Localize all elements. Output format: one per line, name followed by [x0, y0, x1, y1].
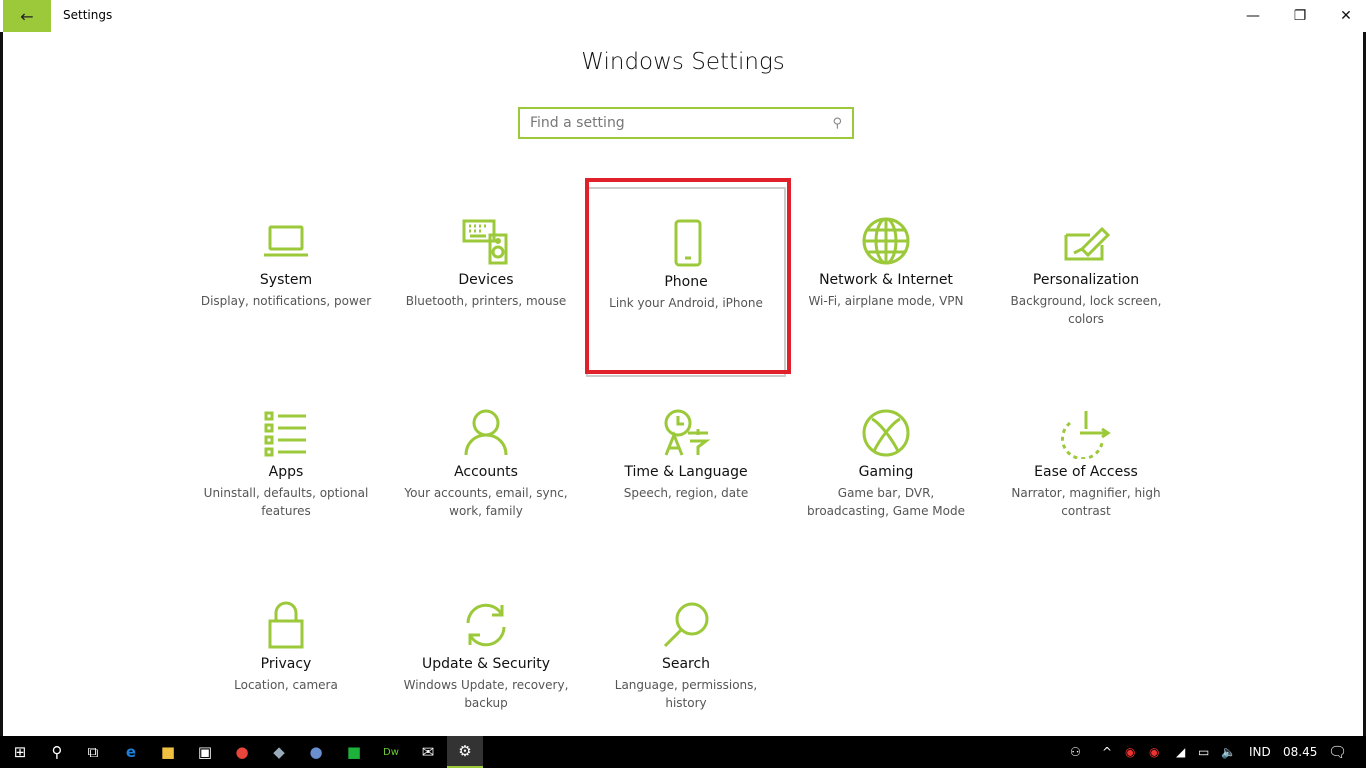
record-app-icon[interactable]: ◉ — [1149, 736, 1159, 768]
tile-description: Narrator, magnifier, high contrast — [1011, 486, 1161, 518]
tile-title: Network & Internet — [819, 272, 953, 288]
mail-icon[interactable]: ✉ — [410, 736, 446, 768]
task-view-icon[interactable]: ⧉ — [75, 736, 111, 768]
settings-taskbar-icon[interactable]: ⚙ — [447, 736, 483, 768]
tile-system[interactable]: System Display, notifications, power — [186, 187, 386, 377]
magnifier-icon — [663, 602, 709, 648]
app-title: Settings — [63, 8, 113, 22]
tile-apps[interactable]: Apps Uninstall, defaults, optional featur… — [186, 379, 386, 569]
tile-description: Bluetooth, printers, mouse — [405, 294, 567, 308]
keyboard-speaker-icon — [462, 219, 508, 265]
battery-icon[interactable]: ▭ — [1198, 736, 1209, 768]
search-box[interactable]: ⚲ — [518, 107, 854, 139]
search-icon: ⚲ — [832, 115, 842, 131]
tile-description: Windows Update, recovery, backup — [403, 678, 569, 710]
title-bar: ← Settings — ❐ ✕ — [0, 0, 1366, 32]
window-border — [0, 0, 3, 736]
start-button[interactable]: ⊞ — [2, 736, 38, 768]
tile-description: Your accounts, email, sync, work, family — [404, 486, 568, 518]
wifi-icon[interactable]: ◢ — [1176, 736, 1185, 768]
chrome-icon[interactable]: ● — [224, 736, 260, 768]
tile-gaming[interactable]: Gaming Game bar, DVR, broadcasting, Game … — [786, 379, 986, 569]
tile-title: Accounts — [454, 464, 518, 480]
tile-description: Game bar, DVR, broadcasting, Game Mode — [807, 486, 965, 518]
app-cube-icon[interactable]: ◆ — [261, 736, 297, 768]
volume-icon[interactable]: 🔈 — [1221, 736, 1236, 768]
person-icon — [464, 409, 508, 456]
people-icon[interactable]: ⚇ — [1070, 736, 1081, 768]
app-window-icon[interactable]: ● — [298, 736, 334, 768]
tile-description: Location, camera — [234, 678, 338, 692]
restore-button[interactable]: ❐ — [1277, 0, 1323, 32]
refresh-icon — [466, 603, 506, 647]
action-center-icon[interactable]: 🗨 — [1328, 736, 1347, 768]
store-icon[interactable]: ▣ — [187, 736, 223, 768]
tile-accounts[interactable]: Accounts Your accounts, email, sync, work… — [386, 379, 586, 569]
tile-title: Devices — [458, 272, 514, 288]
lock-icon — [268, 601, 304, 649]
tile-search[interactable]: Search Language, permissions, history — [586, 571, 786, 761]
tile-title: Gaming — [858, 464, 914, 480]
tile-title: System — [259, 272, 313, 288]
tile-title: Update & Security — [421, 656, 550, 672]
tile-time-language[interactable]: Time & Language Speech, region, date — [586, 379, 786, 569]
arrow-left-icon: ← — [20, 6, 34, 26]
file-explorer-icon[interactable]: ■ — [150, 736, 186, 768]
tile-description: Wi-Fi, airplane mode, VPN — [808, 294, 964, 308]
taskbar: ⊞ ⚲ ⧉ e ■ ▣ ● ◆ ● ■ Dw ✉ ⚙ ⚇ ^ ◉ ◉ ◢ ▭ 🔈… — [0, 736, 1366, 768]
tile-title: Search — [661, 656, 711, 672]
highlight-box — [585, 178, 791, 374]
dreamweaver-icon[interactable]: Dw — [373, 736, 409, 768]
chevron-up-icon[interactable]: ^ — [1102, 736, 1112, 768]
edge-icon[interactable]: e — [113, 736, 149, 768]
tile-update-security[interactable]: Update & Security Windows Update, recover… — [386, 571, 586, 761]
minimize-button[interactable]: — — [1230, 0, 1276, 32]
tile-description: Background, lock screen, colors — [1010, 294, 1162, 326]
line-icon[interactable]: ■ — [336, 736, 372, 768]
tile-description: Language, permissions, history — [614, 678, 758, 710]
tile-description: Display, notifications, power — [200, 294, 372, 308]
tile-title: Ease of Access — [1034, 464, 1138, 480]
tile-description: Uninstall, defaults, optional features — [203, 486, 369, 518]
tile-devices[interactable]: Devices Bluetooth, printers, mouse — [386, 187, 586, 377]
laptop-icon — [264, 225, 308, 257]
tile-title: Apps — [268, 464, 304, 480]
xbox-icon — [862, 409, 910, 457]
tile-privacy[interactable]: Privacy Location, camera — [186, 571, 386, 761]
tile-description: Speech, region, date — [623, 486, 749, 500]
ease-of-access-icon — [1060, 411, 1111, 459]
back-button[interactable]: ← — [3, 0, 51, 32]
globe-icon — [862, 217, 910, 265]
clock[interactable]: 08.45 — [1283, 736, 1317, 768]
tile-ease-of-access[interactable]: Ease of Access Narrator, magnifier, high … — [986, 379, 1186, 569]
language-indicator[interactable]: IND — [1249, 736, 1271, 768]
page-title: Windows Settings — [581, 49, 785, 75]
tile-personalization[interactable]: Personalization Background, lock screen, … — [986, 187, 1186, 377]
tile-title: Personalization — [1032, 272, 1140, 288]
search-taskbar-icon[interactable]: ⚲ — [39, 736, 75, 768]
record-icon[interactable]: ◉ — [1125, 736, 1135, 768]
close-button[interactable]: ✕ — [1323, 0, 1366, 32]
search-input[interactable] — [530, 115, 833, 131]
tile-network-internet[interactable]: Network & Internet Wi-Fi, airplane mode, … — [786, 187, 986, 377]
paint-icon — [1064, 226, 1111, 261]
tile-title: Time & Language — [624, 464, 748, 480]
time-language-icon — [664, 409, 711, 456]
tile-title: Privacy — [260, 656, 312, 672]
list-icon — [264, 411, 306, 457]
